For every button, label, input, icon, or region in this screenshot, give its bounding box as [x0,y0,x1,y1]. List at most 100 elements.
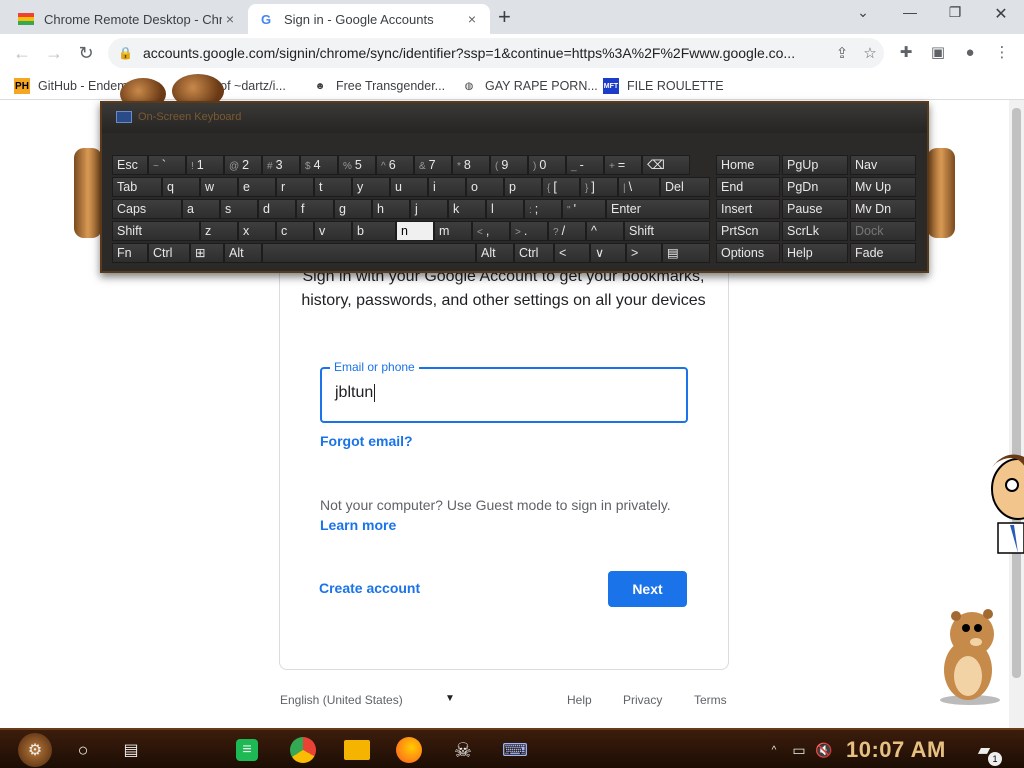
osk-key-l[interactable]: l [486,199,524,219]
scrollbar-thumb[interactable] [1012,108,1021,678]
osk-key-0[interactable]: ) 0 [528,155,566,175]
profile-avatar-icon[interactable]: ● [958,42,982,64]
osk-key-k60[interactable]: < [554,243,590,263]
address-bar[interactable]: 🔒 accounts.google.com/signin/chrome/sync… [108,38,884,68]
firefox-icon[interactable] [396,737,422,763]
osk-key-e[interactable]: e [238,177,276,197]
help-link[interactable]: Help [567,693,592,707]
back-icon[interactable]: ← [10,42,34,64]
osk-key-k45[interactable]: _ - [566,155,604,175]
osk-key-p[interactable]: p [504,177,542,197]
osk-key-ctrl[interactable]: Ctrl [148,243,190,263]
extensions-icon[interactable]: ✚ [894,42,918,64]
osk-key-d[interactable]: d [258,199,296,219]
osk-key-k96[interactable]: ~ ` [148,155,186,175]
osk-key-k39[interactable]: " ' [562,199,606,219]
osk-key-y[interactable]: y [352,177,390,197]
close-tab-icon[interactable]: × [464,11,480,27]
forward-icon[interactable]: → [42,42,66,64]
osk-key-pause[interactable]: Pause [782,199,848,219]
osk-key-enter[interactable]: Enter [606,199,710,219]
start-button-icon[interactable]: ⚙ [18,733,52,767]
osk-key-h[interactable]: h [372,199,410,219]
osk-title-bar[interactable]: On-Screen Keyboard [102,103,927,133]
taskbar-clock[interactable]: 10:07 AM [846,737,946,763]
osk-key-n[interactable]: n [396,221,434,241]
osk-key-ctrl[interactable]: Ctrl [514,243,554,263]
osk-key-k44[interactable]: <, [472,221,510,241]
osk-key-k92[interactable]: | \ [618,177,660,197]
show-hidden-icons-icon[interactable]: ^ [766,736,782,764]
osk-key-7[interactable]: & 7 [414,155,452,175]
osk-key-o[interactable]: o [466,177,504,197]
osk-key-k59[interactable]: :; [524,199,562,219]
side-panel-icon[interactable]: ▣ [926,42,950,64]
osk-key-caps[interactable]: Caps [112,199,182,219]
osk-key-j[interactable]: j [410,199,448,219]
osk-key-1[interactable]: ! 1 [186,155,224,175]
chrome-taskbar-icon[interactable] [290,737,316,763]
network-icon[interactable]: ▭ [785,736,813,764]
osk-key-mv-dn[interactable]: Mv Dn [850,199,916,219]
terms-link[interactable]: Terms [694,693,727,707]
osk-key-nav[interactable]: Nav [850,155,916,175]
notes-app-icon[interactable]: ≡ [236,739,258,761]
osk-key-r[interactable]: r [276,177,314,197]
osk-key-3[interactable]: #3 [262,155,300,175]
osk-key-k9003[interactable]: ⌫ [642,155,690,175]
osk-key-6[interactable]: ^ 6 [376,155,414,175]
osk-key-a[interactable]: a [182,199,220,219]
osk-key-f[interactable]: f [296,199,334,219]
osk-key-i[interactable]: i [428,177,466,197]
email-field-value[interactable]: jbltun [335,384,376,402]
osk-key-k91[interactable]: {[ [542,177,580,197]
minimize-icon[interactable]: — [895,4,925,20]
bookmark-gay-rape[interactable]: ◍ GAY RAPE PORN... [461,76,598,96]
osk-key-end[interactable]: End [716,177,780,197]
restore-icon[interactable]: ❐ [940,4,970,21]
osk-key-g[interactable]: g [334,199,372,219]
osk-key-5[interactable]: % 5 [338,155,376,175]
osk-key-alt[interactable]: Alt [224,243,262,263]
next-button[interactable]: Next [608,571,687,607]
privacy-link[interactable]: Privacy [623,693,662,707]
osk-key-q[interactable]: q [162,177,200,197]
osk-key-dock[interactable]: Dock [850,221,916,241]
osk-key-u[interactable]: u [390,177,428,197]
volume-muted-icon[interactable]: 🔇 [810,736,838,764]
reload-icon[interactable]: ↻ [74,42,98,64]
task-view-icon[interactable]: ▤ [117,736,145,764]
osk-key-z[interactable]: z [200,221,238,241]
osk-key-prtscn[interactable]: PrtScn [716,221,780,241]
bookmark-star-icon[interactable]: ☆ [856,44,884,62]
file-explorer-icon[interactable] [344,740,370,760]
osk-key-pgup[interactable]: PgUp [782,155,848,175]
osk-key-t[interactable]: t [314,177,352,197]
osk-key-v[interactable]: v [314,221,352,241]
cortana-icon[interactable]: ○ [69,736,97,764]
osk-key-c[interactable]: c [276,221,314,241]
osk-key-x[interactable]: x [238,221,276,241]
skull-app-icon[interactable]: ☠ [449,736,477,764]
osk-key-k[interactable]: k [448,199,486,219]
lock-icon[interactable]: 🔒 [118,46,133,60]
osk-key-k47[interactable]: ? / [548,221,586,241]
bookmark-file-roulette[interactable]: MFT FILE ROULETTE [603,76,724,96]
osk-key-scrlk[interactable]: ScrLk [782,221,848,241]
menu-icon[interactable]: ⋮ [990,42,1014,64]
osk-key-8[interactable]: * 8 [452,155,490,175]
tab-google-signin[interactable]: G Sign in - Google Accounts × [248,4,490,34]
dropdown-arrow-icon[interactable]: ▼ [445,693,455,704]
close-window-icon[interactable]: ✕ [986,4,1016,24]
forgot-email-link[interactable]: Forgot email? [320,433,413,449]
on-screen-keyboard[interactable]: On-Screen Keyboard Esc ~ `! 1 @2 #3 $4% 5 ^ 6 & 7 * 8… [100,101,929,273]
osk-key-home[interactable]: Home [716,155,780,175]
osk-key-pgdn[interactable]: PgDn [782,177,848,197]
osk-key-4[interactable]: $4 [300,155,338,175]
osk-key-del[interactable]: Del [660,177,710,197]
osk-key-k61[interactable]: + = [604,155,642,175]
osk-key-mv-up[interactable]: Mv Up [850,177,916,197]
osk-key-space[interactable] [262,243,476,263]
close-tab-icon[interactable]: × [222,11,238,27]
osk-key-k62[interactable]: > [626,243,662,263]
